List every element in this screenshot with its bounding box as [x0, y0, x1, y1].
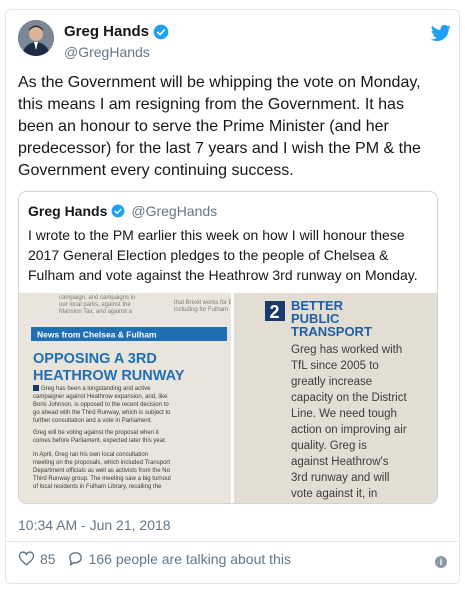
heart-icon[interactable]: [18, 550, 35, 567]
author-name-text: Greg Hands: [64, 23, 150, 40]
comment-icon[interactable]: [67, 550, 84, 567]
right-text-line: TfL since 2005 to: [291, 360, 379, 372]
para2-line: Greg will be voting against the proposal…: [33, 430, 159, 436]
para3-line: meeting on the proposals, which included…: [33, 460, 170, 466]
right-text-line: against Heathrow's: [291, 456, 389, 468]
quoted-author-name: Greg Hands: [28, 203, 108, 219]
para3-line: Third Runway group. The meeting saw a bi…: [33, 476, 171, 482]
quoted-tweet[interactable]: Greg Hands @GregHands I wrote to the PM …: [18, 191, 438, 504]
para1-line: Boris Johnson, is opposed to the recent …: [33, 402, 169, 408]
author-avatar[interactable]: [18, 20, 54, 56]
news-banner-text: News from Chelsea & Fulham: [37, 330, 157, 340]
quoted-author-handle: @GregHands: [131, 203, 218, 219]
tweet-timestamp[interactable]: 10:34 AM - Jun 21, 2018: [18, 517, 171, 533]
footer-divider: [5, 541, 458, 542]
para3-line: In April, Greg ran his own local consult…: [33, 452, 148, 458]
quoted-leaflet-image[interactable]: campaign, and campaigns in our local par…: [19, 293, 437, 503]
tweet-text: As the Government will be whipping the v…: [18, 74, 421, 179]
tweet-footer: 85 166 people are talking about this: [18, 550, 291, 567]
right-text-line: greatly increase: [291, 376, 372, 388]
verified-badge-icon: [153, 24, 169, 39]
left-snippet-line: campaign, and campaigns in: [59, 295, 135, 301]
talking-count[interactable]: 166 people are talking about this: [89, 551, 291, 567]
left-snippet-line: Mansion Tax, and against a: [59, 309, 133, 315]
para1-line: campaigner against Heathrow expansion, a…: [33, 394, 168, 400]
right-text-line: vote against it, in: [291, 488, 377, 500]
image-gap: [231, 293, 234, 503]
paragraph-bullet: [33, 385, 39, 391]
author-handle[interactable]: @GregHands: [64, 44, 150, 60]
para3-line: of local residents in Fulham Library, re…: [33, 484, 162, 490]
quoted-text: I wrote to the PM earlier this week on h…: [28, 227, 418, 283]
left-snippet-right-line: that Brexit works for Bri: [174, 300, 236, 306]
right-title-line: TRANSPORT: [291, 324, 372, 339]
leaflet-headline-line2: HEATHROW RUNWAY: [33, 368, 185, 384]
verified-badge-icon: [111, 204, 125, 218]
section-number: 2: [270, 302, 280, 322]
para1-line: Greg has been a longstanding and active: [41, 386, 151, 392]
right-text-line: capacity on the District: [291, 392, 407, 404]
para1-line: further consultation and a vote in Parli…: [33, 418, 152, 424]
right-text-line: quality. Greg is: [291, 440, 367, 452]
para2-line: comes before Parliament, expected later …: [33, 438, 167, 444]
right-text-line: Line. We need tough: [291, 408, 397, 420]
right-text-line: action on improving air: [291, 424, 407, 436]
info-icon[interactable]: i: [435, 556, 447, 568]
para1-line: go ahead with the Third Runway, which is…: [33, 410, 171, 416]
right-text-line: 3rd runway and will: [291, 472, 389, 484]
para3-line: Department officials as well as activist…: [33, 468, 171, 474]
right-text-line: Greg has worked with: [291, 344, 402, 356]
twitter-bird-icon[interactable]: [431, 23, 451, 43]
quoted-header: Greg Hands @GregHands: [28, 203, 217, 219]
left-snippet-line: our local parks, against the: [59, 302, 131, 308]
left-snippet-right-line: including for Fulham: [174, 307, 228, 313]
like-count[interactable]: 85: [40, 551, 56, 567]
leaflet-headline-line1: OPPOSING A 3RD: [33, 351, 157, 367]
author-name[interactable]: Greg Hands: [64, 23, 169, 40]
